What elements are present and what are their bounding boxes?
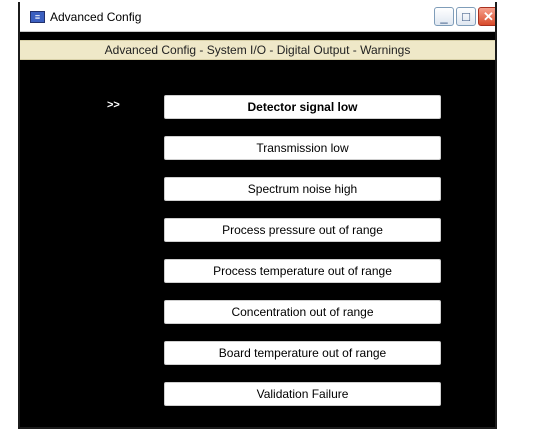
close-button[interactable]: ✕ (478, 7, 495, 26)
config-window: ≡ Advanced Config _ □ ✕ Advanced Config … (18, 2, 497, 429)
breadcrumb: Advanced Config - System I/O - Digital O… (20, 40, 495, 60)
warning-process-temperature[interactable]: Process temperature out of range (164, 259, 441, 283)
window-title: Advanced Config (50, 10, 142, 24)
warning-transmission-low[interactable]: Transmission low (164, 136, 441, 160)
warnings-panel: >> Detector signal low Transmission low … (20, 60, 495, 427)
warning-validation-failure[interactable]: Validation Failure (164, 382, 441, 406)
maximize-button[interactable]: □ (456, 7, 476, 26)
warning-concentration[interactable]: Concentration out of range (164, 300, 441, 324)
warning-detector-signal-low[interactable]: Detector signal low (164, 95, 441, 119)
minimize-button[interactable]: _ (434, 7, 454, 26)
title-bar[interactable]: ≡ Advanced Config _ □ ✕ (20, 2, 495, 32)
warning-spectrum-noise-high[interactable]: Spectrum noise high (164, 177, 441, 201)
app-icon: ≡ (30, 11, 45, 23)
warning-process-pressure[interactable]: Process pressure out of range (164, 218, 441, 242)
selection-marker: >> (107, 99, 120, 111)
warning-board-temperature[interactable]: Board temperature out of range (164, 341, 441, 365)
